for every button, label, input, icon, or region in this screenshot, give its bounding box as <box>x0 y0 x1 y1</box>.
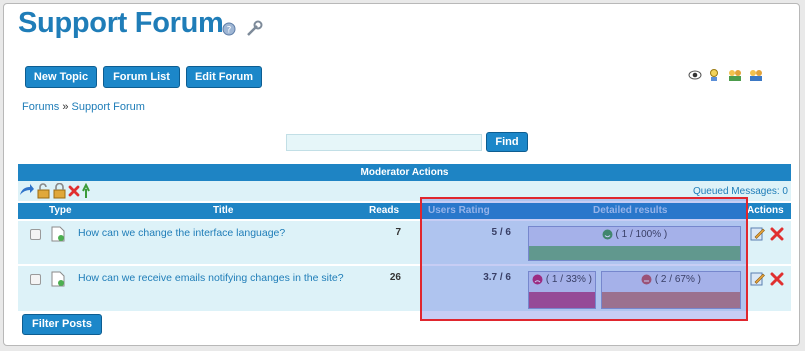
col-reads[interactable]: Reads <box>369 205 399 216</box>
result-label: ( 2 / 67% ) <box>654 274 701 285</box>
delete-icon[interactable] <box>770 272 784 286</box>
help-icon[interactable]: ? <box>222 22 236 36</box>
moderator-tools <box>20 183 90 199</box>
page-title: Support Forum <box>18 7 224 39</box>
row-checkbox[interactable] <box>30 274 41 285</box>
search-input[interactable] <box>286 134 482 151</box>
table-header: Type Title Reads Users Rating Detailed r… <box>18 203 791 219</box>
edit-icon[interactable] <box>750 271 765 286</box>
delete-icon[interactable] <box>770 227 784 241</box>
new-topic-button[interactable]: New Topic <box>25 66 97 88</box>
delete-icon[interactable] <box>68 185 80 197</box>
breadcrumb-forums-link[interactable]: Forums <box>22 101 59 113</box>
col-type[interactable]: Type <box>49 205 72 216</box>
result-label: ( 1 / 100% ) <box>615 229 668 240</box>
smiley-positive-icon <box>602 229 613 240</box>
wrench-icon[interactable] <box>245 20 263 38</box>
users-rating: 3.7 / 6 <box>483 272 511 283</box>
topic-document-icon <box>51 226 65 242</box>
users-icon[interactable] <box>727 68 743 82</box>
reads-count: 26 <box>389 272 401 283</box>
col-actions: Actions <box>747 205 784 216</box>
edit-forum-button[interactable]: Edit Forum <box>186 66 262 88</box>
topic-title-link[interactable]: How can we receive emails notifying chan… <box>78 272 344 284</box>
col-detailed-results: Detailed results <box>593 205 668 216</box>
reads-count: 7 <box>395 227 401 238</box>
unlock-icon[interactable] <box>37 183 50 199</box>
result-bar <box>529 246 740 260</box>
result-bar <box>602 292 740 308</box>
move-icon[interactable] <box>20 184 34 195</box>
result-box: ( 1 / 33% ) <box>528 271 596 309</box>
find-button[interactable]: Find <box>486 132 528 152</box>
smiley-neutral-icon <box>641 274 652 285</box>
moderator-toolbar: Queued Messages: 0 <box>18 181 791 201</box>
breadcrumb-separator: » <box>62 101 69 113</box>
topic-document-icon <box>51 271 65 287</box>
breadcrumb: Forums » Support Forum <box>22 101 145 113</box>
filter-posts-button[interactable]: Filter Posts <box>22 314 102 335</box>
col-users-rating[interactable]: Users Rating <box>428 205 490 216</box>
row-checkbox[interactable] <box>30 229 41 240</box>
result-bar <box>529 292 595 308</box>
moderator-actions-bar: Moderator Actions <box>18 164 791 181</box>
eye-icon[interactable] <box>688 68 702 82</box>
table-row: How can we receive emails notifying chan… <box>18 266 791 311</box>
result-label: ( 1 / 33% ) <box>545 274 592 285</box>
table-row: How can we change the interface language… <box>18 221 791 264</box>
breadcrumb-current[interactable]: Support Forum <box>72 101 145 113</box>
topic-title-link[interactable]: How can we change the interface language… <box>78 227 285 239</box>
edit-icon[interactable] <box>750 226 765 241</box>
group-icon[interactable] <box>748 68 764 82</box>
forum-list-button[interactable]: Forum List <box>103 66 180 88</box>
result-box: ( 1 / 100% ) <box>528 226 741 261</box>
queued-messages[interactable]: Queued Messages: 0 <box>693 186 788 197</box>
col-title[interactable]: Title <box>213 205 233 216</box>
svg-text:?: ? <box>227 26 232 36</box>
smiley-negative-icon <box>532 274 543 285</box>
pin-icon[interactable] <box>82 183 90 198</box>
lock-icon[interactable] <box>53 183 66 199</box>
search-user-icon[interactable] <box>708 68 722 82</box>
result-box: ( 2 / 67% ) <box>601 271 741 309</box>
users-rating: 5 / 6 <box>491 227 511 238</box>
